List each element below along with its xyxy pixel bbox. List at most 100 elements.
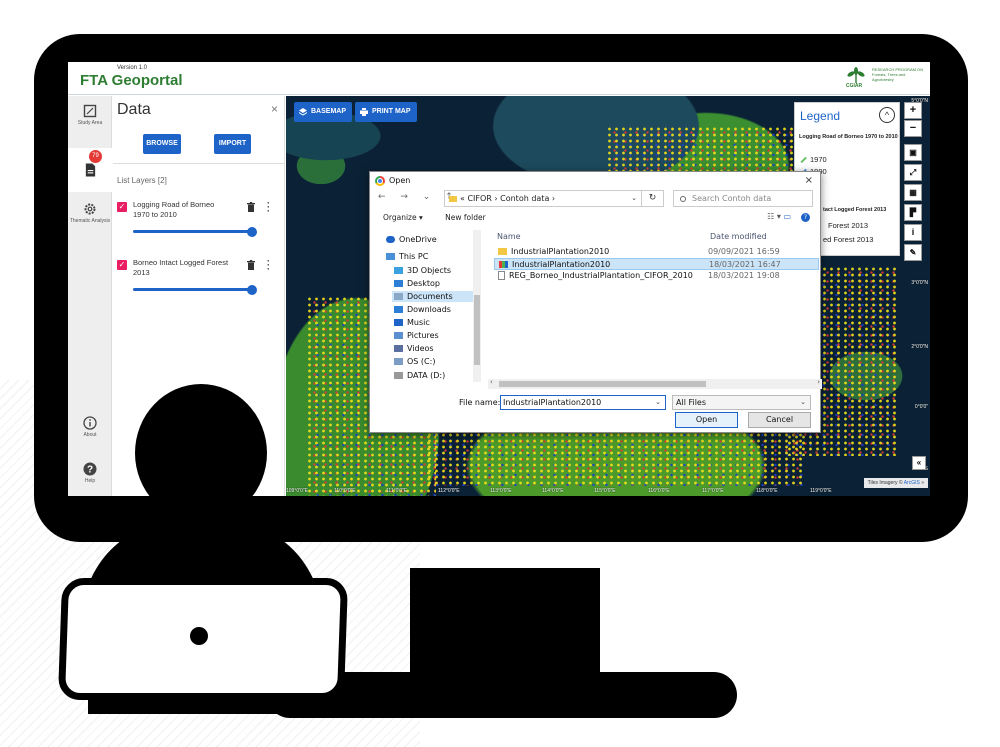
import-button[interactable]: IMPORT [214, 134, 251, 154]
browse-button[interactable]: BROWSE [143, 134, 181, 154]
file-name: IndustrialPlantation2010 [511, 247, 610, 256]
chevron-down-icon[interactable]: ⌄ [631, 191, 637, 206]
grid-button[interactable]: ▦ [904, 184, 922, 201]
dialog-toolbar: Organize ▾ New folder [383, 213, 506, 222]
layer-name: Logging Road of Borneo 1970 to 2010 [133, 200, 215, 219]
rail-about[interactable]: About [68, 416, 112, 438]
file-row[interactable]: IndustrialPlantation2010 09/09/2021 16:59 [494, 246, 819, 258]
slider-knob[interactable] [247, 226, 257, 237]
close-icon[interactable]: × [271, 102, 278, 116]
kebab-menu-icon[interactable]: · · · [267, 257, 271, 274]
horizontal-scrollbar[interactable]: ‹ › [488, 378, 822, 389]
layer-name: Borneo Intact Logged Forest 2013 [133, 258, 229, 277]
file-icon [498, 271, 505, 280]
nav-pictures[interactable]: Pictures [394, 331, 439, 340]
lat-tick: 5°0'0"N [911, 98, 928, 104]
rail-label: Study Area [77, 120, 103, 126]
legend-toggle-button[interactable]: ^ [879, 107, 895, 123]
rail-label: Thematic Analysis [69, 218, 111, 224]
rail-help[interactable]: ? Help [68, 462, 112, 484]
nav-videos[interactable]: Videos [394, 344, 434, 353]
cloud-icon [386, 236, 395, 243]
zoom-in-button[interactable]: + [904, 102, 922, 119]
document-icon [85, 163, 95, 177]
attribution-link[interactable]: ArcGIS [904, 480, 920, 486]
cgiar-text: CGIAR [846, 83, 863, 89]
address-bar[interactable]: « CIFOR › Contoh data › ⌄ [444, 190, 642, 207]
nav-data-d[interactable]: DATA (D:) [394, 371, 445, 380]
scroll-thumb[interactable] [499, 381, 706, 387]
zoom-out-button[interactable]: − [904, 120, 922, 137]
nav-downloads[interactable]: Downloads [394, 305, 451, 314]
refresh-button[interactable]: ↻ [642, 190, 664, 207]
kebab-menu-icon[interactable]: · · · [267, 199, 271, 216]
opacity-slider[interactable] [133, 226, 257, 237]
slider-knob[interactable] [247, 284, 257, 295]
nav-desktop[interactable]: Desktop [394, 279, 440, 288]
print-map-button[interactable]: PRINT MAP [355, 102, 417, 122]
land-cover-texture [426, 426, 806, 486]
nav-3d-objects[interactable]: 3D Objects [394, 266, 451, 275]
search-input[interactable]: Search Contoh data [673, 190, 813, 207]
nav-onedrive[interactable]: OneDrive [386, 235, 437, 244]
basemap-button[interactable]: BASEMAP [294, 102, 353, 122]
chrome-icon [375, 176, 385, 186]
column-name[interactable]: Name [497, 232, 521, 241]
nav-scrollbar[interactable] [473, 230, 481, 382]
basemap-label: BASEMAP [311, 108, 347, 115]
attribution-text: Tiles Imagery © [867, 480, 903, 486]
file-date: 09/09/2021 16:59 [708, 247, 780, 256]
layer-checkbox[interactable]: ✓ [117, 260, 127, 270]
draw-button[interactable]: ✎ [904, 244, 922, 261]
nav-os-c[interactable]: OS (C:) [394, 357, 435, 366]
app-version: Version 1.0 [117, 65, 148, 71]
list-layers-label: List Layers [2] [117, 176, 167, 185]
rail-study-area[interactable]: Study Area [68, 104, 112, 126]
doc-icon [394, 293, 403, 300]
nav-documents[interactable]: Documents [392, 291, 480, 302]
lon-tick: 111°0'0"E [386, 488, 408, 494]
nav-this-pc[interactable]: This PC [386, 252, 428, 261]
laptop-base [88, 700, 344, 714]
cancel-button[interactable]: Cancel [748, 412, 811, 428]
column-date-modified[interactable]: Date modified [710, 232, 767, 241]
lon-tick: 114°0'0"E [542, 488, 564, 494]
rail-label: About [83, 432, 97, 438]
view-options[interactable]: ☷ ▾ ▭? [767, 212, 810, 222]
home-extent-button[interactable]: ▣ [904, 144, 922, 161]
close-icon[interactable]: × [805, 175, 813, 186]
collapse-button[interactable]: « [912, 456, 926, 470]
file-row-selected[interactable]: IndustrialPlantation2010 18/03/2021 16:47 [494, 258, 819, 270]
legend-group-title: Logging Road of Borneo 1970 to 2010 [799, 134, 898, 140]
layer-checkbox[interactable]: ✓ [117, 202, 127, 212]
file-row[interactable]: REG_Borneo_IndustrialPlantation_CIFOR_20… [494, 270, 819, 282]
search-icon [680, 195, 686, 202]
layout-button[interactable]: ▛ [904, 204, 922, 221]
file-date: 18/03/2021 19:08 [708, 271, 780, 280]
rail-data[interactable]: 79 [68, 148, 112, 192]
trash-icon[interactable] [247, 202, 255, 212]
trash-icon[interactable] [247, 260, 255, 270]
cube-icon [394, 267, 403, 274]
file-type-select[interactable]: All Files ⌄ [672, 395, 811, 410]
opacity-slider[interactable] [133, 284, 257, 295]
organize-button[interactable]: Organize ▾ [383, 213, 423, 222]
open-file-dialog: Open × ← → ⌄ ↑ « CIFOR › Contoh data › ⌄… [369, 171, 822, 433]
lon-tick: 118°0'0"E [756, 488, 778, 494]
cgiar-logo: CGIAR RESEARCH PROGRAM ON Forests, Trees… [840, 67, 924, 91]
info-button[interactable]: i [904, 224, 922, 241]
file-name: REG_Borneo_IndustrialPlantation_CIFOR_20… [509, 271, 693, 280]
open-button[interactable]: Open [675, 412, 738, 428]
app-title[interactable]: FTA Geoportal [80, 72, 183, 89]
file-name-input[interactable]: IndustrialPlantation2010 ⌄ [500, 395, 666, 410]
pc-icon [386, 253, 395, 260]
help-icon[interactable]: ? [801, 213, 810, 222]
rail-thematic-analysis[interactable]: Thematic Analysis [68, 202, 112, 224]
video-icon [394, 345, 403, 352]
scroll-thumb[interactable] [474, 295, 480, 365]
nav-music[interactable]: Music [394, 318, 430, 327]
new-folder-button[interactable]: New folder [445, 213, 486, 222]
fullscreen-button[interactable]: ⤢ [904, 164, 922, 181]
drive-icon [394, 372, 403, 379]
chevron-down-icon[interactable]: ⌄ [655, 396, 661, 409]
